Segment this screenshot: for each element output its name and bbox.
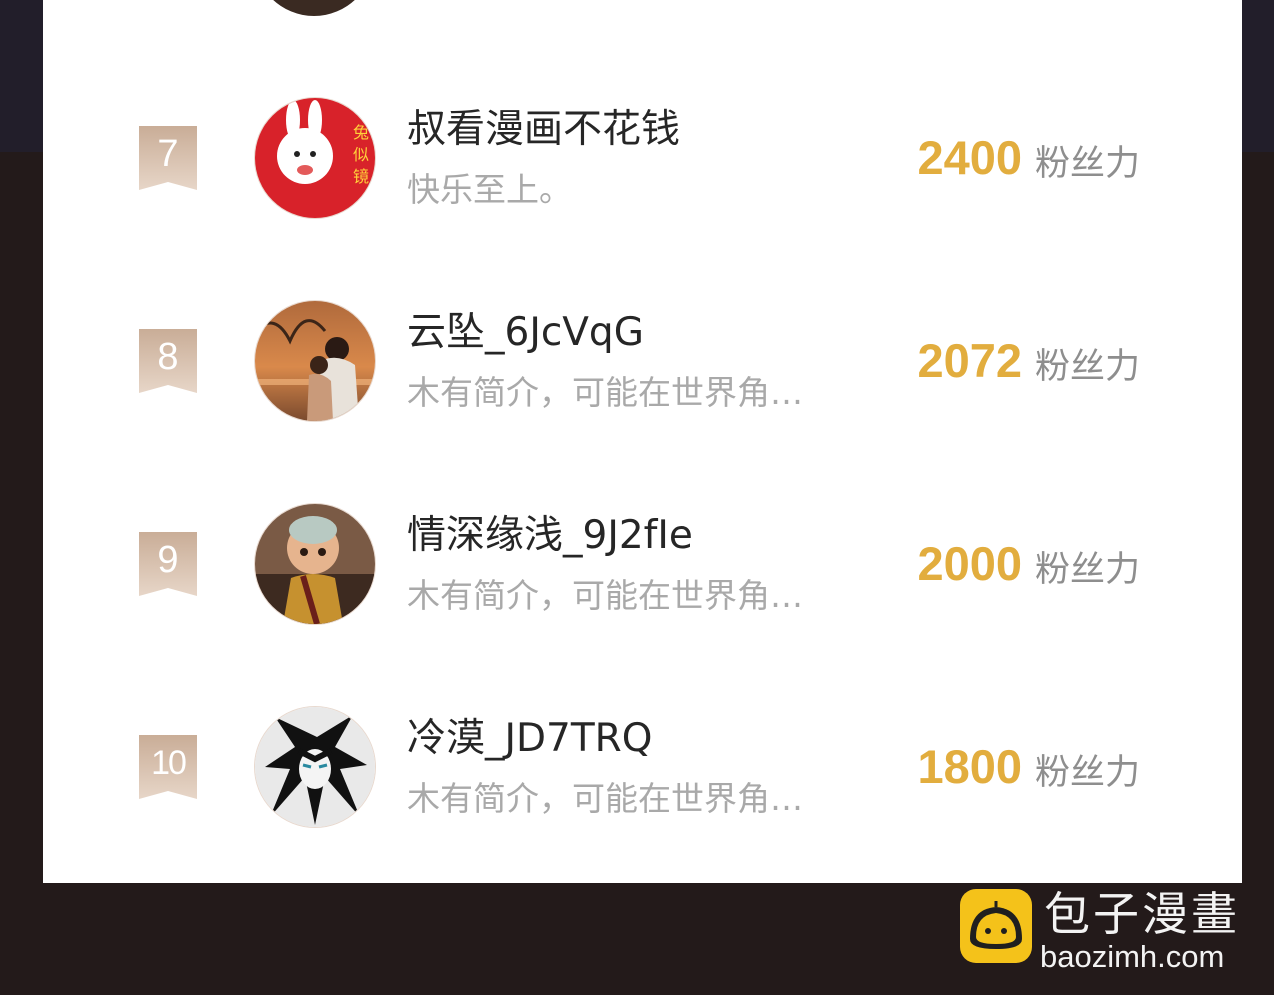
rank-row-10[interactable]: 10 冷漠_JD7TRQ 木有简介，可能在世界角… 1800 粉丝力 xyxy=(43,664,1242,867)
user-name[interactable]: 叔看漫画不花钱 xyxy=(407,105,680,155)
fan-ranking-list: 7 兔 似 镜 叔看漫画不花钱 快乐至上。 2400 粉丝力 8 云坠_6JcV… xyxy=(43,0,1242,883)
rank-badge: 10 xyxy=(139,735,197,799)
rank-badge: 7 xyxy=(139,126,197,190)
rank-row-9[interactable]: 9 情深缘浅_9J2fIe 木有简介，可能在世界角… 2000 粉丝力 xyxy=(43,461,1242,664)
baozi-logo-icon xyxy=(960,889,1032,963)
user-bio: 木有简介，可能在世界角… xyxy=(407,576,803,615)
rank-row-8[interactable]: 8 云坠_6JcVqG 木有简介，可能在世界角… 2072 粉丝力 xyxy=(43,258,1242,461)
user-name[interactable]: 云坠_6JcVqG xyxy=(407,308,644,358)
user-bio: 木有简介，可能在世界角… xyxy=(407,779,803,818)
fan-power-unit: 粉丝力 xyxy=(1034,144,1140,184)
rank-number: 10 xyxy=(151,744,187,782)
fan-power-score: 2000 xyxy=(917,537,1022,590)
watermark-brand-cn: 包子漫畫 xyxy=(1044,887,1240,941)
fan-power-unit: 粉丝力 xyxy=(1034,753,1140,793)
svg-text:镜: 镜 xyxy=(353,167,369,186)
user-bio: 木有简介，可能在世界角… xyxy=(407,373,803,412)
avatar[interactable] xyxy=(254,706,376,828)
rank-number: 8 xyxy=(157,336,179,378)
user-name[interactable]: 冷漠_JD7TRQ xyxy=(407,714,652,764)
avatar[interactable]: 兔 似 镜 xyxy=(254,97,376,219)
avatar[interactable] xyxy=(254,300,376,422)
svg-text:似: 似 xyxy=(353,145,369,164)
fan-power-score: 2072 xyxy=(917,334,1022,387)
fan-power-unit: 粉丝力 xyxy=(1034,347,1140,387)
rank-number: 7 xyxy=(157,133,179,175)
previous-row-avatar-partial xyxy=(254,0,374,16)
user-bio: 快乐至上。 xyxy=(407,170,572,209)
rank-badge: 9 xyxy=(139,532,197,596)
rank-row-7[interactable]: 7 兔 似 镜 叔看漫画不花钱 快乐至上。 2400 粉丝力 xyxy=(43,55,1242,258)
fan-power-score: 2400 xyxy=(917,131,1022,184)
svg-text:兔: 兔 xyxy=(353,123,369,142)
rank-badge: 8 xyxy=(139,329,197,393)
rank-number: 9 xyxy=(157,539,179,581)
avatar[interactable] xyxy=(254,503,376,625)
user-name[interactable]: 情深缘浅_9J2fIe xyxy=(407,511,693,561)
fan-power-unit: 粉丝力 xyxy=(1034,550,1140,590)
fan-power-score: 1800 xyxy=(917,740,1022,793)
watermark-brand-en: baozimh.com xyxy=(1040,939,1225,974)
